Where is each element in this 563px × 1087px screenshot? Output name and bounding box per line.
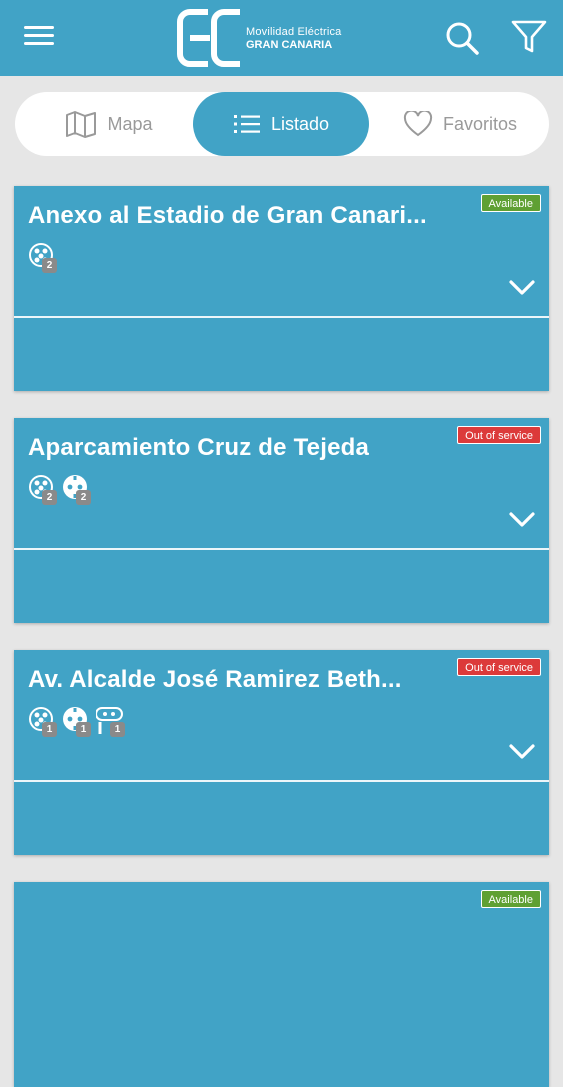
tab-mapa[interactable]: Mapa (29, 92, 189, 156)
tab-mapa-label: Mapa (107, 113, 153, 134)
connector-count: 2 (76, 490, 91, 505)
connector-count: 2 (42, 490, 57, 505)
status-badge: Available (480, 890, 541, 908)
connector-count: 2 (42, 258, 57, 273)
chevron-down-icon[interactable] (509, 512, 535, 528)
type2-connector-icon: 2 (28, 242, 62, 276)
connector-count: 1 (76, 722, 91, 737)
hamburger-menu-icon[interactable] (24, 26, 54, 50)
tab-favoritos-label: Favoritos (442, 113, 518, 134)
tab-listado[interactable]: Listado (193, 92, 369, 156)
chevron-down-icon[interactable] (509, 280, 535, 296)
station-title: Anexo al Estadio de Gran Canari... (28, 202, 427, 229)
station-card[interactable]: Available (14, 882, 549, 1087)
list-icon (233, 115, 260, 133)
map-icon (66, 111, 97, 138)
app-logo: Movilidad Eléctrica GRAN CANARIA (176, 8, 386, 68)
card-divider (14, 548, 549, 550)
status-badge: Out of service (457, 658, 541, 676)
search-icon[interactable] (444, 20, 480, 56)
connector-count: 1 (110, 722, 125, 737)
station-title: Aparcamiento Cruz de Tejeda (28, 434, 370, 461)
schuko-connector-icon: 1 (62, 706, 96, 740)
logo-line-2: GRAN CANARIA (246, 39, 333, 51)
view-segmented-control: Mapa Listado Favoritos (15, 92, 549, 156)
connector-count: 1 (42, 722, 57, 737)
app-bar: Movilidad Eléctrica GRAN CANARIA (0, 0, 563, 76)
status-badge: Available (480, 194, 541, 212)
filter-icon[interactable] (510, 18, 548, 56)
card-divider (14, 780, 549, 782)
tab-favoritos[interactable]: Favoritos (375, 92, 545, 156)
logo-line-1: Movilidad Eléctrica (246, 26, 342, 38)
heart-icon (403, 111, 433, 137)
chevron-down-icon[interactable] (509, 744, 535, 760)
station-card[interactable]: Aparcamiento Cruz de Tejeda Out of servi… (14, 418, 549, 623)
type2-connector-icon: 2 (28, 474, 62, 508)
type2-connector-icon: 1 (28, 706, 62, 740)
status-badge: Out of service (457, 426, 541, 444)
station-card[interactable]: Av. Alcalde José Ramirez Beth... Out of … (14, 650, 549, 855)
tab-listado-label: Listado (270, 113, 330, 134)
card-divider (14, 316, 549, 318)
station-title: Av. Alcalde José Ramirez Beth... (28, 666, 402, 693)
station-card[interactable]: Anexo al Estadio de Gran Canari... Avail… (14, 186, 549, 391)
schuko-connector-icon: 2 (62, 474, 96, 508)
ccs-connector-icon: 1 (95, 706, 130, 740)
